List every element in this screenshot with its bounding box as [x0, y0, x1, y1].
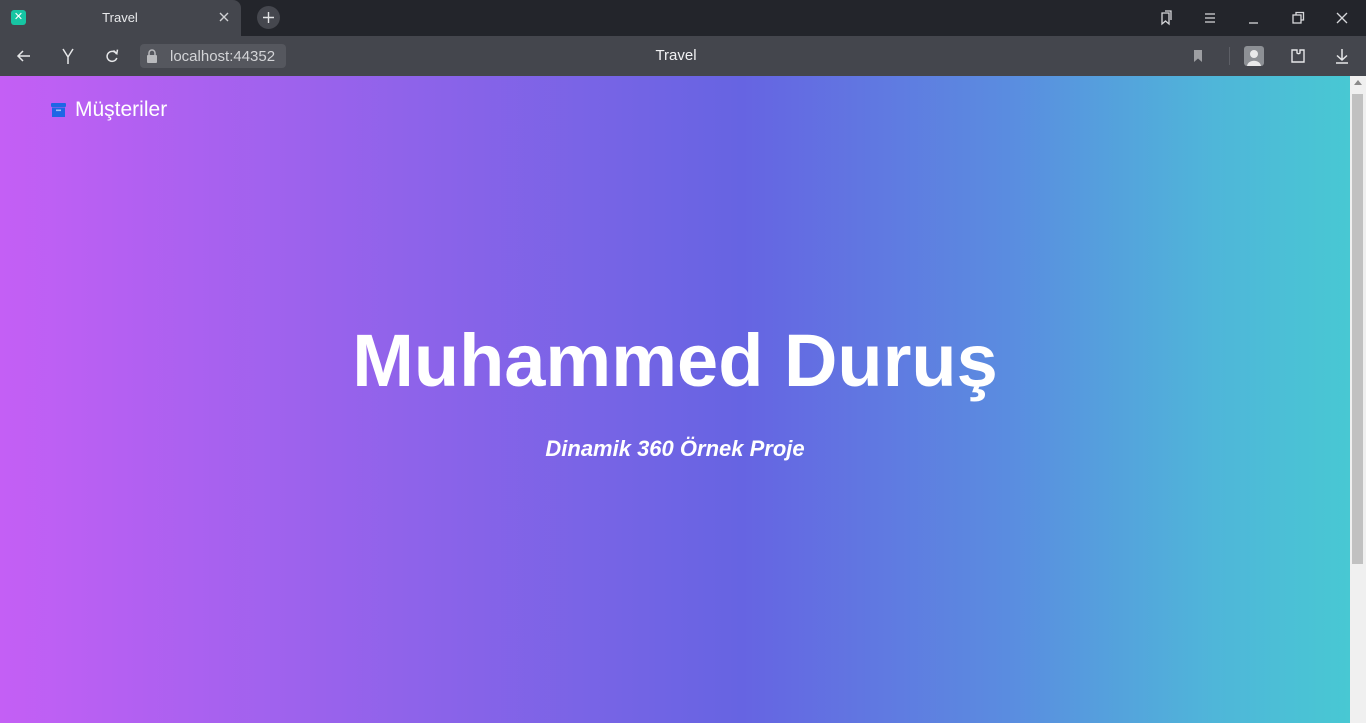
tab-close-icon[interactable] — [216, 9, 232, 25]
hero-title: Muhammed Duruş — [352, 319, 998, 402]
plus-icon — [263, 12, 274, 23]
restore-icon[interactable] — [1288, 8, 1308, 28]
close-window-icon[interactable] — [1332, 8, 1352, 28]
tab-title: Travel — [102, 10, 138, 25]
scroll-up-arrow-icon[interactable] — [1354, 80, 1362, 85]
browser-toolbar: localhost:44352 Travel — [0, 36, 1366, 76]
user-avatar-icon — [1247, 50, 1261, 66]
brand-label: Müşteriler — [75, 98, 168, 121]
tab-favicon-icon: ✕ — [11, 10, 26, 25]
vertical-scrollbar[interactable] — [1350, 76, 1366, 723]
hero-subtitle: Dinamik 360 Örnek Proje — [545, 436, 805, 461]
reload-icon[interactable] — [102, 46, 122, 66]
page-title: Travel — [655, 47, 697, 64]
download-icon[interactable] — [1332, 46, 1352, 66]
back-arrow-icon[interactable] — [14, 46, 34, 66]
yandex-logo-icon[interactable] — [58, 46, 78, 66]
menu-icon[interactable] — [1200, 8, 1220, 28]
bookmark-icon[interactable] — [1188, 46, 1208, 66]
toolbar-divider — [1229, 47, 1230, 65]
extensions-icon[interactable] — [1288, 46, 1308, 66]
url-text: localhost:44352 — [170, 48, 276, 65]
tab-collections-icon[interactable] — [1156, 8, 1176, 28]
page-viewport: Müşteriler Muhammed Duruş Dinamik 360 Ör… — [0, 76, 1350, 723]
minimize-icon[interactable] — [1244, 8, 1264, 28]
profile-avatar[interactable] — [1244, 46, 1264, 66]
archive-box-icon — [51, 103, 66, 117]
lock-icon — [147, 49, 157, 63]
browser-tab[interactable]: ✕ Travel — [0, 0, 241, 36]
browser-tab-bar: ✕ Travel — [0, 0, 1366, 36]
address-field[interactable]: localhost:44352 — [140, 44, 286, 68]
navbar-brand[interactable]: Müşteriler — [51, 98, 167, 122]
new-tab-button[interactable] — [257, 6, 280, 29]
scrollbar-thumb[interactable] — [1352, 94, 1363, 564]
